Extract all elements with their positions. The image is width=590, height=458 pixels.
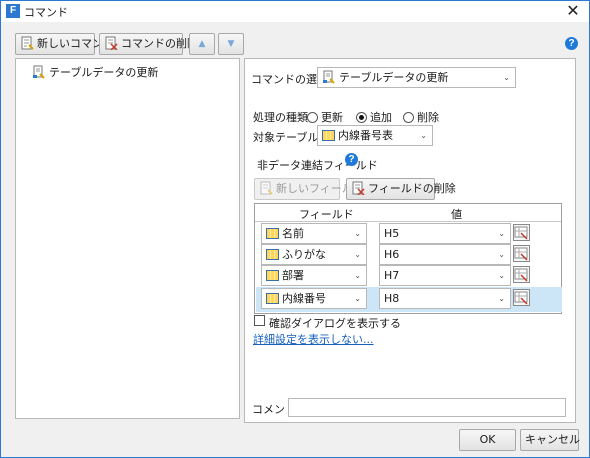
cell-picker-icon (514, 247, 528, 261)
field-icon (266, 228, 279, 239)
chevron-down-icon: ⌄ (503, 73, 510, 82)
value-column-header: 値 (451, 208, 462, 221)
new-field-icon (259, 181, 273, 195)
cell-picker-button[interactable] (513, 224, 530, 241)
delete-field-label: フィールドの削除 (368, 182, 456, 195)
table-icon (322, 130, 335, 141)
field-icon (266, 249, 279, 260)
radio-add-circle (356, 112, 367, 123)
move-up-icon: ▲ (198, 39, 206, 49)
confirm-dialog-label: 確認ダイアログを表示する (269, 317, 401, 330)
field-name: ふりがな (282, 248, 326, 261)
app-logo-icon: F (6, 4, 20, 18)
delete-field-button[interactable]: フィールドの削除 (346, 178, 456, 200)
help-icon[interactable]: ? (345, 153, 358, 166)
radio-add-label: 追加 (370, 111, 392, 124)
delete-command-button[interactable]: コマンドの削除 (99, 33, 198, 55)
close-icon[interactable]: ✕ (563, 2, 583, 20)
chevron-down-icon: ⌄ (420, 131, 427, 140)
ok-button[interactable]: OK (459, 429, 516, 451)
tree-item-label: テーブルデータの更新 (49, 66, 159, 79)
value-select-row2[interactable]: H6 ⌄ (379, 244, 511, 265)
field-value: H5 (384, 227, 400, 240)
value-select-row1[interactable]: H5 ⌄ (379, 223, 511, 244)
field-column-header: フィールド (299, 208, 354, 221)
chevron-down-icon: ⌄ (354, 294, 361, 303)
cell-picker-button[interactable] (513, 289, 530, 306)
chevron-down-icon: ⌄ (498, 250, 505, 259)
radio-update[interactable]: 更新 (307, 109, 343, 125)
radio-update-label: 更新 (321, 111, 343, 124)
field-value: H7 (384, 269, 400, 282)
radio-update-circle (307, 112, 318, 123)
table-update-icon (32, 65, 46, 79)
target-table-dropdown[interactable]: 内線番号表 ⌄ (317, 125, 433, 146)
chevron-down-icon: ⌄ (498, 294, 505, 303)
move-down-button[interactable]: ▼ (218, 33, 244, 55)
window-title: コマンド (24, 6, 68, 19)
radio-delete[interactable]: 削除 (403, 109, 439, 125)
new-command-icon (20, 36, 34, 50)
process-type-label: 処理の種類 (253, 111, 308, 124)
help-icon[interactable]: ? (565, 37, 578, 50)
chevron-down-icon: ⌄ (498, 229, 505, 238)
advanced-settings-link[interactable]: 詳細設定を表示しない... (253, 331, 374, 347)
field-value: H6 (384, 248, 400, 261)
delete-command-label: コマンドの削除 (121, 37, 198, 50)
field-icon (266, 270, 279, 281)
title-bar: F コマンド ✕ (1, 1, 589, 22)
move-up-button[interactable]: ▲ (189, 33, 215, 55)
value-select-row4[interactable]: H8 ⌄ (379, 288, 511, 309)
chevron-down-icon: ⌄ (354, 250, 361, 259)
tree-item-table-update[interactable]: テーブルデータの更新 (32, 65, 158, 81)
new-field-button[interactable]: 新しいフィールド (254, 178, 364, 200)
chevron-down-icon: ⌄ (354, 229, 361, 238)
cell-picker-button[interactable] (513, 266, 530, 283)
command-select-value: テーブルデータの更新 (339, 71, 449, 84)
chevron-down-icon: ⌄ (354, 271, 361, 280)
radio-delete-circle (403, 112, 414, 123)
field-name: 内線番号 (282, 292, 326, 305)
field-name: 部署 (282, 269, 304, 282)
field-select-row3[interactable]: 部署 ⌄ (261, 265, 367, 286)
field-value: H8 (384, 292, 400, 305)
chevron-down-icon: ⌄ (498, 271, 505, 280)
cell-picker-icon (514, 226, 528, 240)
table-update-icon (322, 70, 336, 84)
comment-input[interactable] (288, 398, 566, 417)
field-select-row4[interactable]: 内線番号 ⌄ (261, 288, 367, 309)
cell-picker-icon (514, 291, 528, 305)
non-data-fields-label: 非データ連結フィールド (257, 159, 378, 172)
command-dialog: F コマンド ✕ 新しいコマンド コマンドの削除 ▲ ▼ ? テーブルデータの更… (0, 0, 590, 458)
delete-command-icon (104, 36, 118, 51)
field-grid: フィールド 値 名前 ⌄ H5 ⌄ ふりがな ⌄ H6 ⌄ 部署 ⌄ H7 ⌄ (254, 203, 562, 314)
radio-delete-label: 削除 (417, 111, 439, 124)
cell-picker-icon (514, 268, 528, 282)
value-select-row3[interactable]: H7 ⌄ (379, 265, 511, 286)
field-select-row2[interactable]: ふりがな ⌄ (261, 244, 367, 265)
field-icon (266, 293, 279, 304)
field-name: 名前 (282, 227, 304, 240)
cancel-button[interactable]: キャンセル (520, 429, 580, 451)
new-command-button[interactable]: 新しいコマンド (15, 33, 114, 55)
move-down-icon: ▼ (227, 39, 235, 49)
command-tree: テーブルデータの更新 (15, 58, 240, 419)
grid-header: フィールド 値 (255, 204, 561, 222)
confirm-dialog-checkbox[interactable] (254, 315, 265, 326)
target-table-value: 内線番号表 (338, 129, 393, 142)
field-select-row1[interactable]: 名前 ⌄ (261, 223, 367, 244)
command-select-dropdown[interactable]: テーブルデータの更新 ⌄ (317, 67, 516, 88)
delete-field-icon (351, 181, 365, 196)
cell-picker-button[interactable] (513, 245, 530, 262)
radio-add[interactable]: 追加 (356, 109, 392, 125)
